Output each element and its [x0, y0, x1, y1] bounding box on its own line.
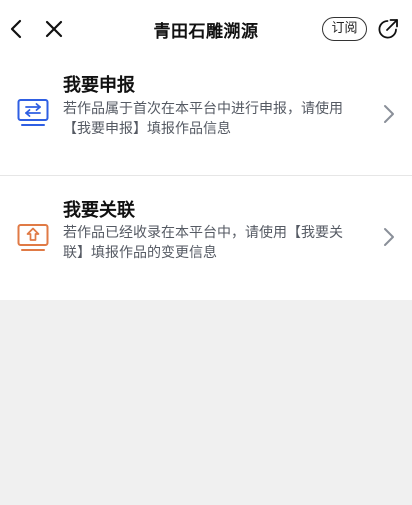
declare-menu-item[interactable]: 我要申报 若作品属于首次在本平台中进行申报，请使用【我要申报】填报作品信息 [0, 60, 412, 175]
menu-card: 我要申报 若作品属于首次在本平台中进行申报，请使用【我要申报】填报作品信息 我要… [0, 60, 412, 300]
associate-description: 若作品已经收录在本平台中，请使用【我要关联】填报作品的变更信息 [63, 225, 343, 261]
declare-description: 若作品属于首次在本平台中进行申报，请使用【我要申报】填报作品信息 [63, 101, 343, 137]
share-icon[interactable] [376, 17, 400, 41]
app-screen: 青田石雕溯源 订阅 我要申报 若作品属于首次在本平台中进行申报，请使用【我要申报… [0, 0, 412, 505]
declare-title: 我要申报 [63, 75, 135, 96]
associate-title: 我要关联 [63, 200, 135, 221]
upload-icon [17, 224, 49, 251]
transfer-icon [17, 99, 49, 126]
subscribe-button[interactable]: 订阅 [322, 17, 367, 41]
chevron-right-icon [384, 105, 394, 123]
associate-menu-item[interactable]: 我要关联 若作品已经收录在本平台中，请使用【我要关联】填报作品的变更信息 [0, 176, 412, 291]
chevron-right-icon [384, 228, 394, 246]
navigation-bar: 青田石雕溯源 订阅 [0, 0, 412, 60]
